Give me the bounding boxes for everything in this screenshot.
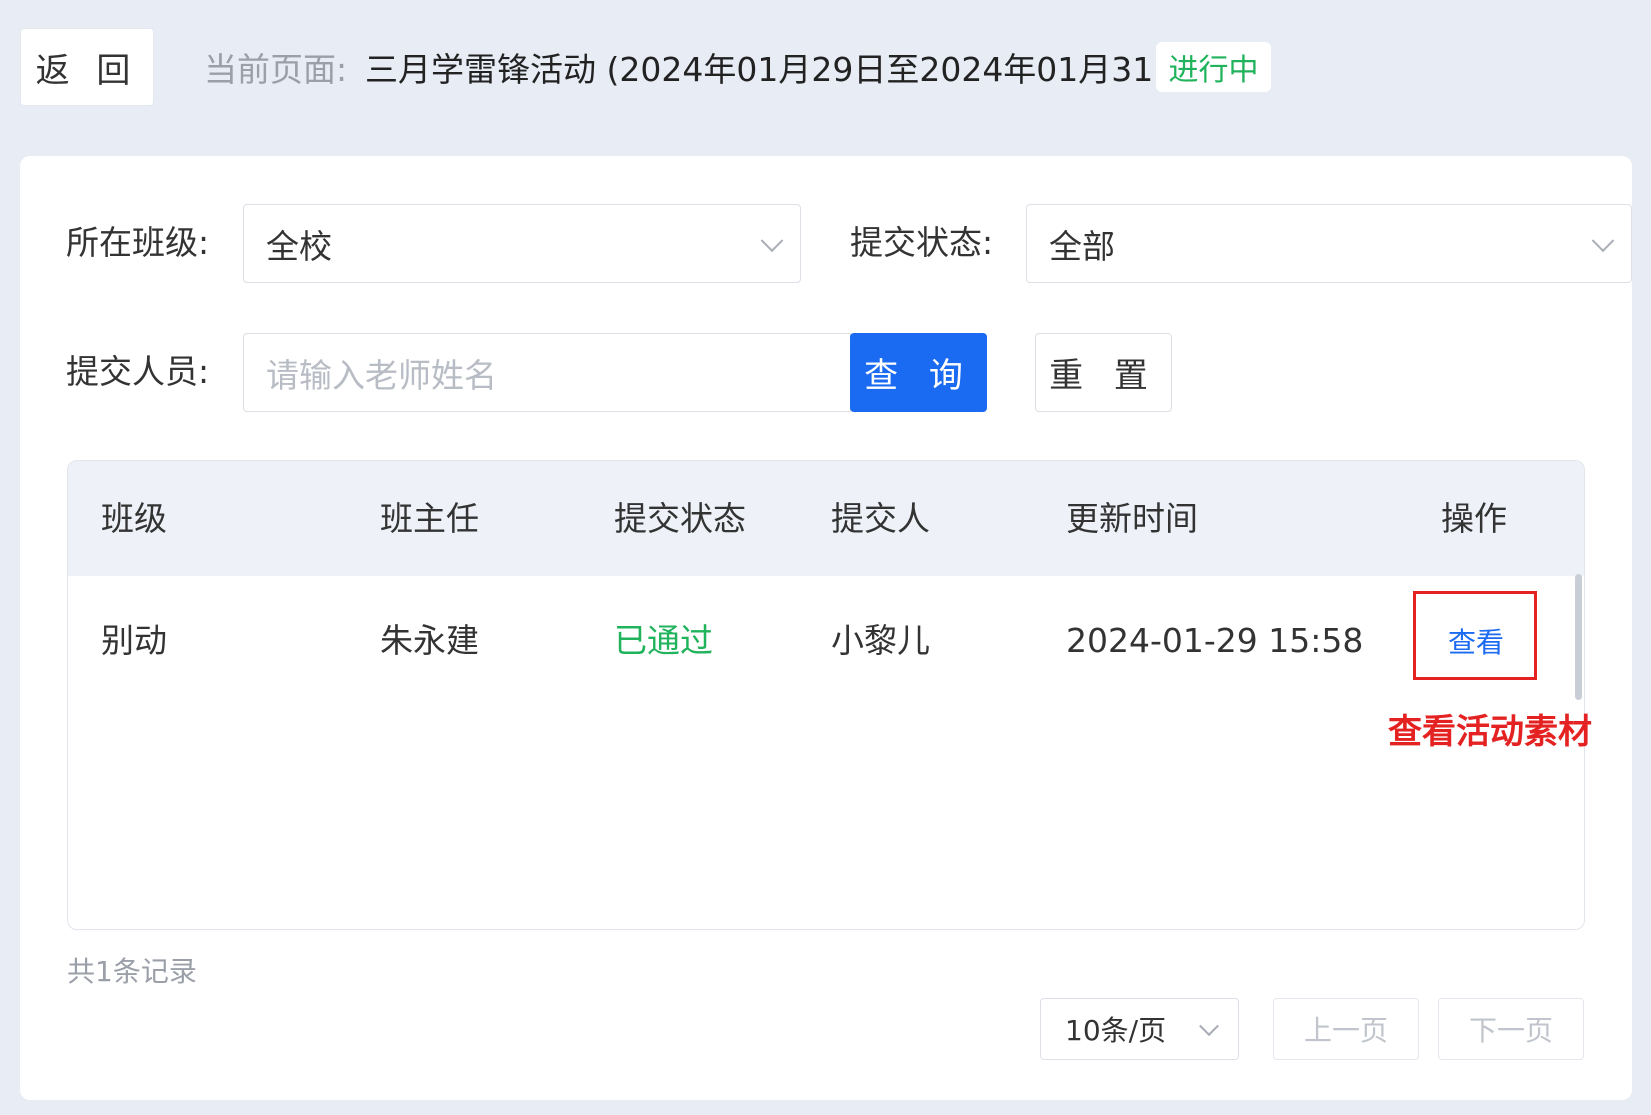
records-table: 班级 班主任 提交状态 提交人 更新时间 操作 别动 朱永建 已通过 小黎儿 2… [67,460,1585,930]
chevron-down-icon [1199,1016,1219,1037]
cell-head-teacher: 朱永建 [380,621,479,660]
cell-submitter: 小黎儿 [831,621,930,660]
cell-status: 已通过 [614,621,713,660]
column-header-submitter: 提交人 [831,499,930,538]
breadcrumb-label: 当前页面: [204,50,348,89]
next-page-button[interactable]: 下一页 [1438,998,1584,1060]
table-header: 班级 班主任 提交状态 提交人 更新时间 操作 [68,461,1584,576]
total-records: 共1条记录 [67,955,197,988]
page-size-select[interactable]: 10条/页 [1040,998,1239,1060]
chevron-down-icon [760,228,784,252]
status-select-value: 全部 [1049,226,1115,266]
page-title: 三月学雷锋活动 (2024年01月29日至2024年01月31日) [365,50,1200,89]
class-select[interactable]: 全校 [243,204,801,283]
column-header-head-teacher: 班主任 [380,499,479,538]
annotation-text: 查看活动素材 [1388,712,1592,752]
column-header-updated: 更新时间 [1066,499,1198,538]
status-badge: 进行中 [1156,42,1271,92]
reset-button[interactable]: 重 置 [1035,333,1172,412]
back-button[interactable]: 返 回 [20,28,154,106]
class-select-value: 全校 [266,226,332,266]
column-header-action: 操作 [1441,499,1507,538]
cell-updated: 2024-01-29 15:58 [1066,621,1364,660]
class-filter-label: 所在班级: [66,223,210,262]
prev-page-button[interactable]: 上一页 [1273,998,1419,1060]
cell-class: 别动 [101,621,167,660]
submitter-input-placeholder: 请输入老师姓名 [266,355,497,395]
status-filter-label: 提交状态: [850,223,994,262]
search-button[interactable]: 查 询 [850,333,987,412]
submitter-input[interactable]: 请输入老师姓名 [243,333,851,412]
status-select[interactable]: 全部 [1026,204,1632,283]
column-header-status: 提交状态 [614,499,746,538]
page-size-value: 10条/页 [1065,1014,1167,1047]
table-scrollbar[interactable] [1575,574,1582,700]
column-header-class: 班级 [101,499,167,538]
annotation-highlight-box [1413,591,1537,680]
chevron-down-icon [1591,228,1615,252]
submitter-filter-label: 提交人员: [66,352,210,391]
